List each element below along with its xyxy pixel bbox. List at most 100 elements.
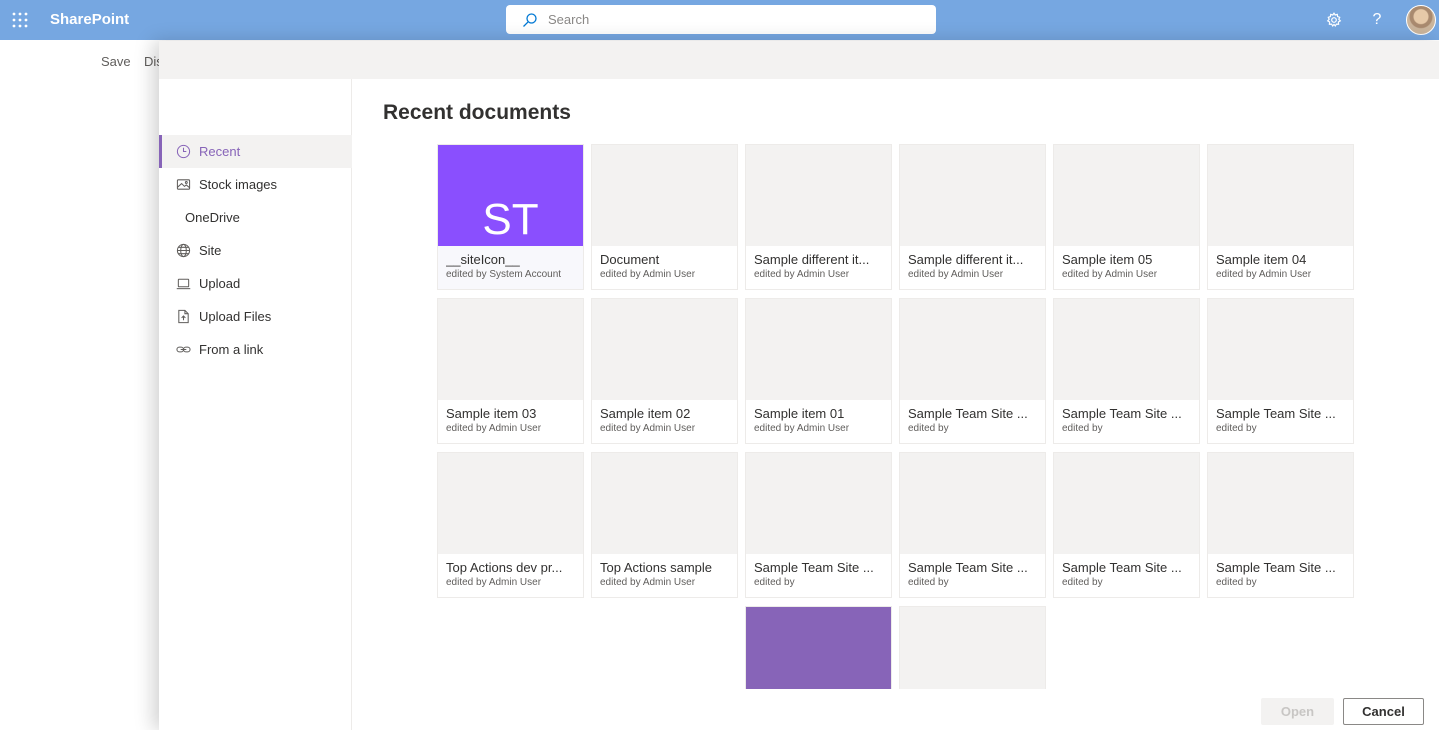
document-thumbnail: ST [746,607,891,689]
document-tile[interactable]: Sample Team Site ... edited by [1207,298,1354,444]
document-tile[interactable]: Document edited by Admin User [591,144,738,290]
document-thumbnail [1208,145,1353,246]
open-button[interactable]: Open [1261,698,1334,725]
document-meta: edited by [1062,577,1103,588]
nav-item-upload[interactable]: Upload [159,267,352,300]
document-thumbnail [900,453,1045,554]
nav-item-upload-files[interactable]: Upload Files [159,300,352,333]
document-meta: edited by Admin User [754,423,850,434]
nav-item-site[interactable]: Site [159,234,352,267]
document-name: Sample Team Site ... [754,560,874,575]
save-button[interactable]: Save [101,54,131,69]
document-name: Sample Team Site ... [1062,560,1182,575]
document-tile[interactable]: Top Actions sample edited by Admin User [591,452,738,598]
document-thumbnail [592,145,737,246]
nav-item-label: Upload Files [199,309,272,324]
document-meta: edited by Admin User [1062,269,1158,280]
app-launcher-icon[interactable] [0,0,40,40]
document-meta: edited by Admin User [600,577,696,588]
nav-item-onedrive[interactable]: OneDrive [159,201,352,234]
document-name: Sample Team Site ... [1216,406,1336,421]
document-tile[interactable]: Sample item 01 edited by Admin User [745,298,892,444]
document-name: Sample item 04 [1216,252,1307,267]
document-tile[interactable]: Sample Team Site ... edited by [1053,298,1200,444]
document-meta: edited by [1062,423,1103,434]
image-icon [176,179,191,190]
document-tile[interactable]: Sample Team Site ... edited by [899,298,1046,444]
document-tile[interactable]: Top Actions dev pr... edited by Admin Us… [437,452,584,598]
document-meta: edited by [754,577,795,588]
document-meta: edited by [908,577,949,588]
search-box[interactable] [506,5,936,34]
search-icon [523,12,537,27]
document-tile[interactable]: Sample Team Site ... edited by [1207,452,1354,598]
document-thumbnail [900,145,1045,246]
document-name: __siteIcon__ [446,252,520,267]
document-name: Document [600,252,660,267]
document-tile[interactable]: ST __siteIcon__ edited by System Account [437,144,584,290]
document-tile[interactable]: Sample item 02 edited by Admin User [591,298,738,444]
document-meta: edited by Admin User [754,269,850,280]
document-meta: edited by [1216,423,1257,434]
document-name: Sample item 05 [1062,252,1153,267]
globe-icon [176,243,191,258]
document-name: Top Actions dev pr... [446,560,563,575]
suite-bar: SharePoint ? [0,0,1439,40]
document-thumbnail [746,145,891,246]
document-meta: edited by [908,423,949,434]
document-meta: edited by [1216,577,1257,588]
link-icon [176,346,191,353]
document-thumbnail [438,453,583,554]
document-grid: ST __siteIcon__ edited by System Account… [352,79,1439,689]
nav-item-label: Upload [199,276,241,291]
document-name: Sample Team Site ... [908,560,1028,575]
document-tile[interactable]: Sample Team Site ... edited by [899,452,1046,598]
clock-icon [176,144,191,159]
document-tile[interactable]: Sample item 05 edited by Admin User [1053,144,1200,290]
document-thumbnail [900,607,1045,689]
document-tile[interactable]: Sample item 04 edited by Admin User [1207,144,1354,290]
document-name: Sample Team Site ... [908,406,1028,421]
nav-item-from-a-link[interactable]: From a link [159,333,352,366]
cancel-button[interactable]: Cancel [1343,698,1424,725]
document-meta: edited by Admin User [446,577,542,588]
nav-item-stock-images[interactable]: Stock images [159,168,352,201]
document-tile[interactable]: Sample different it... edited by Admin U… [899,144,1046,290]
file-picker-panel: Recent Stock images OneDrive Site Upload… [159,41,1439,730]
picker-content: Recent documents ST __siteIcon__ edited … [352,79,1439,730]
avatar[interactable] [1406,5,1436,35]
nav-item-label: Recent [199,144,241,159]
document-tile[interactable] [899,606,1046,689]
document-name: Sample item 01 [754,406,845,421]
document-tile[interactable]: Sample Team Site ... edited by [745,452,892,598]
document-name: Sample item 02 [600,406,691,421]
document-name: Top Actions sample [600,560,713,575]
settings-gear-icon[interactable] [1316,0,1352,40]
document-thumbnail [1208,453,1353,554]
document-thumbnail: ST [438,145,583,246]
document-thumbnail [900,299,1045,400]
nav-item-recent[interactable]: Recent [159,135,352,168]
document-name: Sample Team Site ... [1216,560,1336,575]
document-tile[interactable]: Sample Team Site ... edited by [1053,452,1200,598]
picker-nav: Recent Stock images OneDrive Site Upload… [159,79,352,730]
document-thumbnail [746,453,891,554]
nav-item-label: Stock images [199,177,278,192]
document-tile[interactable]: Sample different it... edited by Admin U… [745,144,892,290]
nav-item-label: OneDrive [185,210,240,225]
search-input[interactable] [548,12,936,27]
document-tile[interactable]: ST [745,606,892,689]
document-name: Sample different it... [908,252,1024,267]
help-icon[interactable]: ? [1359,0,1395,40]
laptop-icon [176,278,191,290]
document-thumbnail [1054,145,1199,246]
brand-title[interactable]: SharePoint [50,0,129,40]
document-tile[interactable]: Sample item 03 edited by Admin User [437,298,584,444]
document-meta: edited by Admin User [600,423,696,434]
thumbnail-initials: ST [790,684,846,690]
file-upload-icon [178,309,189,324]
document-name: Sample Team Site ... [1062,406,1182,421]
nav-item-label: From a link [199,342,264,357]
document-meta: edited by System Account [446,269,562,280]
document-thumbnail [1054,453,1199,554]
